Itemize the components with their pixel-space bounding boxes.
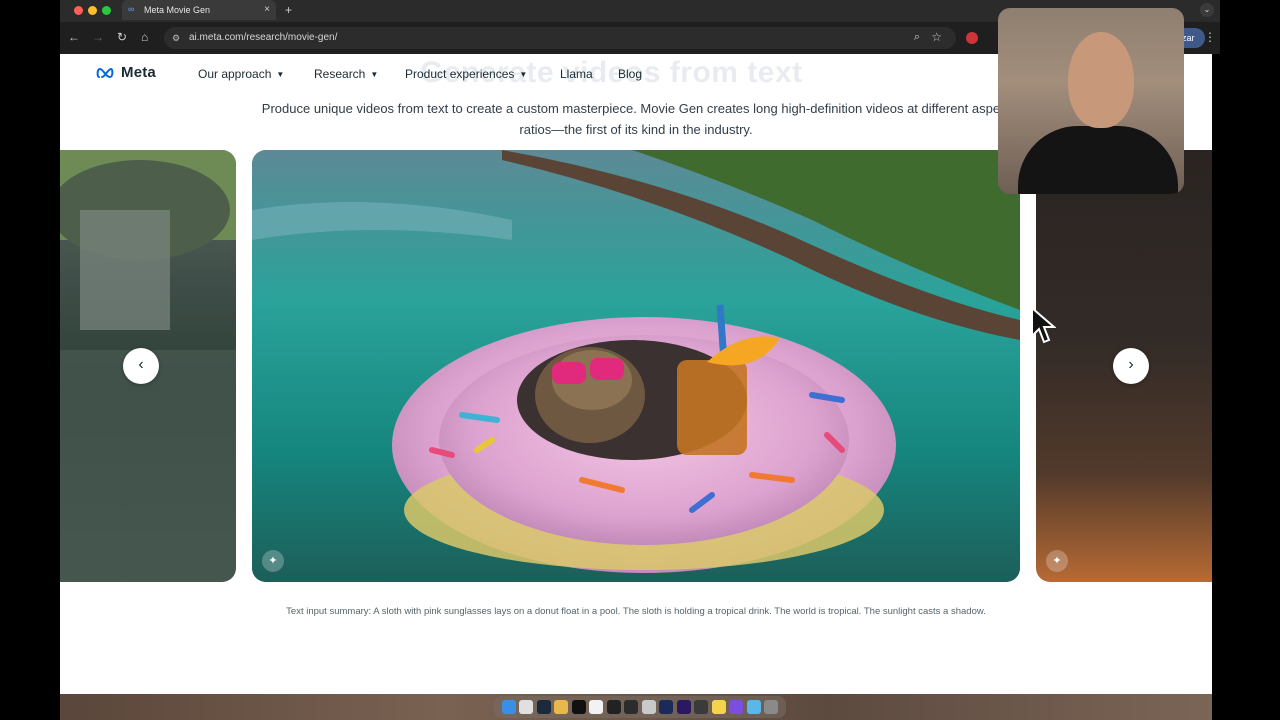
reload-button[interactable]: ↻ (117, 30, 127, 44)
screen-frame: ∞ Meta Movie Gen × + ⌄ ← → ↻ ⌂ ⚙ ai.meta… (0, 0, 1280, 720)
sloth-donut-video-frame (252, 150, 1020, 582)
zoom-icon[interactable]: ⌕ (914, 31, 920, 44)
carousel-next-button[interactable]: › (1113, 348, 1149, 384)
mouse-cursor-icon (1031, 306, 1056, 344)
app-icon[interactable] (746, 700, 761, 714)
carousel-slide-current[interactable]: ✦ (252, 150, 1020, 582)
carousel-previous-button[interactable]: ‹ (123, 348, 159, 384)
macos-dock (494, 696, 786, 718)
video-caption: Text input summary: A sloth with pink su… (286, 606, 986, 617)
nav-research[interactable]: Research ▼ (314, 67, 378, 81)
trash-app-icon[interactable] (764, 700, 779, 714)
nav-label: Product experiences (405, 67, 515, 81)
chevron-down-icon: ▼ (370, 70, 379, 79)
nav-label: Blog (618, 67, 643, 81)
app-icon[interactable] (694, 700, 709, 714)
home-button[interactable]: ⌂ (141, 30, 148, 44)
notion-app-icon[interactable] (589, 700, 604, 714)
nav-label: Our approach (198, 67, 272, 81)
chevron-down-icon: ▼ (519, 70, 528, 79)
chevron-down-icon: ▼ (276, 70, 285, 79)
notes-app-icon[interactable] (711, 700, 726, 714)
chrome-app-icon[interactable] (554, 700, 569, 714)
close-window-button[interactable] (74, 6, 83, 15)
presenter-head (1068, 32, 1134, 128)
tab-close-icon[interactable]: × (264, 0, 270, 20)
app-icon[interactable] (571, 700, 586, 714)
video-carousel: ✦ ✦ ‹ › (60, 150, 1212, 582)
launchpad-app-icon[interactable] (519, 700, 534, 714)
address-bar[interactable]: ⚙ ai.meta.com/research/movie-gen/ ⌕ ☆ (164, 27, 956, 49)
meta-infinity-icon (96, 67, 114, 78)
finder-app-icon[interactable] (501, 700, 516, 714)
meta-favicon-icon: ∞ (128, 4, 135, 14)
section-subtitle: Produce unique videos from text to creat… (261, 101, 1011, 137)
photoshop-app-icon[interactable] (659, 700, 674, 714)
presenter-body (1018, 126, 1178, 194)
meta-logo[interactable]: Meta (96, 64, 156, 81)
app-icon[interactable] (606, 700, 621, 714)
nav-label: Research (314, 67, 366, 81)
tab-search-button[interactable]: ⌄ (1200, 3, 1214, 17)
nav-label: Llama (560, 67, 593, 81)
premiere-app-icon[interactable] (676, 700, 691, 714)
sparkle-icon: ✦ (262, 550, 284, 572)
nav-llama[interactable]: Llama (560, 67, 593, 81)
logo-text: Meta (121, 64, 156, 81)
forward-button[interactable]: → (92, 30, 104, 44)
webcam-overlay (998, 8, 1184, 194)
terminal-app-icon[interactable] (536, 700, 551, 714)
nav-blog[interactable]: Blog (618, 67, 642, 81)
nav-our-approach[interactable]: Our approach ▼ (198, 67, 284, 81)
url-text[interactable]: ai.meta.com/research/movie-gen/ (189, 27, 337, 49)
extension-icon[interactable] (966, 32, 978, 44)
sparkle-icon: ✦ (1046, 550, 1068, 572)
app-icon[interactable] (624, 700, 639, 714)
browser-tab[interactable]: ∞ Meta Movie Gen × (122, 0, 276, 20)
app-icon[interactable] (729, 700, 744, 714)
nav-product-experiences[interactable]: Product experiences ▼ (405, 67, 527, 81)
new-tab-button[interactable]: + (285, 0, 292, 20)
bookmark-star-icon[interactable]: ☆ (931, 30, 942, 44)
app-icon[interactable] (641, 700, 656, 714)
browser-menu-icon[interactable]: ⋮ (1204, 30, 1216, 44)
minimize-window-button[interactable] (88, 6, 97, 15)
back-button[interactable]: ← (68, 30, 80, 44)
site-info-icon[interactable]: ⚙ (172, 32, 184, 44)
fullscreen-window-button[interactable] (102, 6, 111, 15)
tab-title: Meta Movie Gen (144, 5, 211, 15)
